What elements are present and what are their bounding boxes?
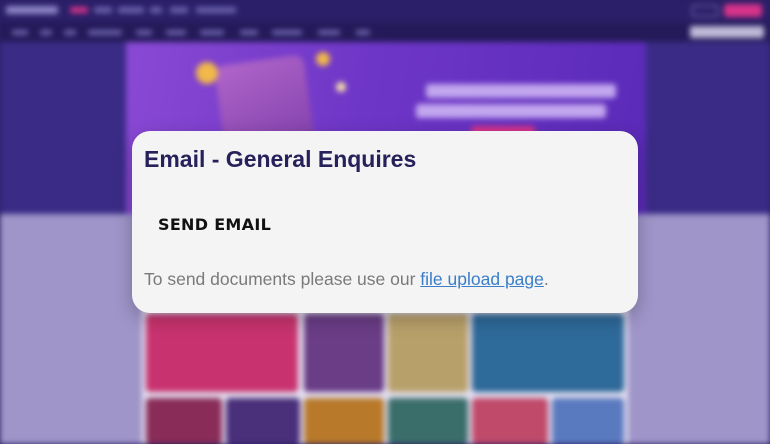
email-enquiry-modal: Email - General Enquires SEND EMAIL To s… <box>132 131 638 313</box>
send-email-button[interactable]: SEND EMAIL <box>158 215 271 234</box>
category-bar <box>0 22 770 42</box>
modal-title: Email - General Enquires <box>144 146 417 172</box>
nav-item <box>170 7 188 13</box>
game-tile <box>226 398 300 444</box>
category-item <box>166 30 186 35</box>
game-tile <box>472 398 548 444</box>
category-item <box>136 30 152 35</box>
game-tile <box>472 314 624 392</box>
game-tile <box>146 398 222 444</box>
category-item <box>318 30 340 35</box>
hero-left-panel <box>0 42 126 214</box>
nav-item <box>94 7 112 13</box>
hero-headline <box>416 104 606 118</box>
category-item <box>40 30 52 35</box>
nav-item <box>70 7 88 13</box>
coin-icon <box>316 52 330 66</box>
category-item <box>240 30 258 35</box>
upload-note: To send documents please use our file up… <box>144 269 549 290</box>
hero-headline <box>426 84 616 98</box>
category-item <box>356 30 370 35</box>
join-button <box>724 4 762 17</box>
file-upload-link[interactable]: file upload page <box>420 269 544 289</box>
game-tile <box>552 398 624 444</box>
category-item <box>272 30 302 35</box>
category-item <box>64 30 76 35</box>
game-tile <box>304 314 384 392</box>
hero-right-panel <box>646 42 770 214</box>
upload-note-prefix: To send documents please use our <box>144 269 421 289</box>
nav-item <box>118 7 144 13</box>
category-item <box>200 30 224 35</box>
game-tile <box>388 314 468 392</box>
nav-item <box>150 7 162 13</box>
site-logo <box>6 6 58 14</box>
coin-icon <box>196 62 218 84</box>
game-tile <box>304 398 384 444</box>
category-item <box>12 30 28 35</box>
coin-icon <box>336 82 346 92</box>
category-item <box>88 30 122 35</box>
upload-note-suffix: . <box>543 269 549 289</box>
login-button <box>692 5 718 17</box>
search-input <box>690 26 764 38</box>
top-navigation-bar <box>0 0 770 22</box>
nav-item <box>196 7 236 13</box>
game-tile <box>388 398 468 444</box>
game-tile <box>146 314 298 392</box>
